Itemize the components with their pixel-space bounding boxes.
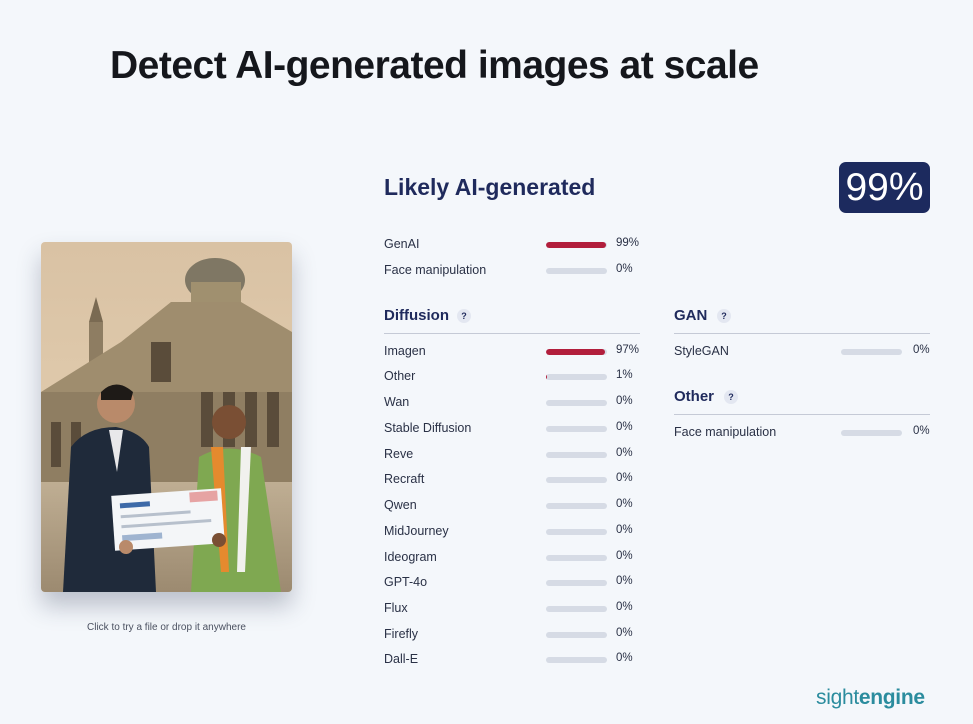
summary-row: Face manipulation 0%	[384, 261, 640, 281]
model-label: Flux	[384, 601, 408, 615]
help-icon[interactable]: ?	[457, 309, 471, 323]
score-bar	[546, 606, 607, 612]
diffusion-row: MidJourney 0%	[384, 522, 640, 542]
gan-row: StyleGAN 0%	[674, 342, 930, 362]
score-badge: 99%	[839, 162, 930, 213]
score-percent: 0%	[616, 524, 633, 536]
score-percent: 0%	[913, 425, 930, 437]
diffusion-row: Wan 0%	[384, 393, 640, 413]
score-bar	[546, 452, 607, 458]
model-label: Firefly	[384, 627, 419, 641]
model-label: Other	[384, 369, 416, 383]
score-bar	[546, 632, 607, 638]
score-percent: 0%	[616, 472, 633, 484]
diffusion-row: Reve 0%	[384, 445, 640, 465]
uploaded-image[interactable]	[41, 242, 292, 592]
diffusion-row: Qwen 0%	[384, 496, 640, 516]
model-label: Qwen	[384, 498, 417, 512]
model-label: Stable Diffusion	[384, 421, 472, 435]
score-percent: 0%	[616, 601, 633, 613]
diffusion-row: Firefly 0%	[384, 625, 640, 645]
score-bar	[546, 400, 607, 406]
diffusion-row: Dall-E 0%	[384, 650, 640, 670]
brand-part-sight: sight	[816, 686, 859, 709]
page-headline: Detect AI-generated images at scale	[110, 44, 759, 87]
score-bar	[546, 374, 607, 380]
summary-label: Face manipulation	[384, 263, 487, 277]
diffusion-row: Recraft 0%	[384, 470, 640, 490]
score-bar	[546, 477, 607, 483]
score-percent: 0%	[616, 447, 633, 459]
section-title: Diffusion	[384, 307, 449, 324]
diffusion-row: GPT-4o 0%	[384, 573, 640, 593]
diffusion-row: Flux 0%	[384, 599, 640, 619]
section-title: Other	[674, 388, 715, 405]
brand-part-engine: engine	[858, 686, 925, 709]
model-label: StyleGAN	[674, 344, 729, 358]
diffusion-row: Ideogram 0%	[384, 548, 640, 568]
score-percent: 99%	[616, 237, 640, 249]
score-percent: 0%	[913, 344, 930, 356]
score-percent: 0%	[616, 395, 633, 407]
model-label: Reve	[384, 447, 414, 461]
summary-label: GenAI	[384, 237, 420, 251]
other-section-header: Other ?	[674, 388, 930, 415]
score-percent: 0%	[616, 575, 633, 587]
score-bar	[546, 349, 607, 355]
score-percent: 0%	[616, 263, 633, 275]
diffusion-row: Imagen 97%	[384, 342, 640, 362]
score-bar	[546, 503, 607, 509]
score-bar-fill	[546, 374, 547, 380]
diffusion-section-header: Diffusion ?	[384, 307, 640, 334]
model-label: Face manipulation	[674, 425, 777, 439]
score-bar	[546, 426, 607, 432]
section-title: GAN	[674, 307, 708, 324]
score-bar	[546, 580, 607, 586]
verdict-label: Likely AI-generated	[384, 174, 596, 200]
upload-hint: Click to try a file or drop it anywhere	[87, 622, 246, 633]
score-percent: 0%	[616, 652, 633, 664]
model-label: Wan	[384, 395, 410, 409]
score-bar	[841, 430, 902, 436]
model-label: Ideogram	[384, 550, 437, 564]
summary-row: GenAI 99%	[384, 235, 640, 255]
model-label: Imagen	[384, 344, 426, 358]
diffusion-row: Other 1%	[384, 367, 640, 387]
gan-section-header: GAN ?	[674, 307, 930, 334]
score-bar-fill	[546, 242, 607, 248]
model-label: Recraft	[384, 472, 425, 486]
score-percent: 0%	[616, 498, 633, 510]
score-percent: 0%	[616, 421, 633, 433]
sample-photo-illustration	[41, 242, 292, 592]
diffusion-row: Stable Diffusion 0%	[384, 419, 640, 439]
score-bar	[546, 657, 607, 663]
score-bar	[841, 349, 902, 355]
score-percent: 97%	[616, 344, 640, 356]
score-percent: 0%	[616, 627, 633, 639]
help-icon[interactable]: ?	[724, 390, 738, 404]
score-bar	[546, 555, 607, 561]
score-bar	[546, 529, 607, 535]
score-bar	[546, 242, 607, 248]
brand-logo[interactable]: sightengine	[816, 686, 925, 710]
score-percent: 0%	[616, 550, 633, 562]
help-icon[interactable]: ?	[717, 309, 731, 323]
model-label: MidJourney	[384, 524, 449, 538]
model-label: Dall-E	[384, 652, 419, 666]
score-bar-fill	[546, 349, 606, 355]
other-row: Face manipulation 0%	[674, 423, 930, 443]
model-label: GPT-4o	[384, 575, 428, 589]
score-percent: 1%	[616, 369, 633, 381]
score-bar	[546, 268, 607, 274]
